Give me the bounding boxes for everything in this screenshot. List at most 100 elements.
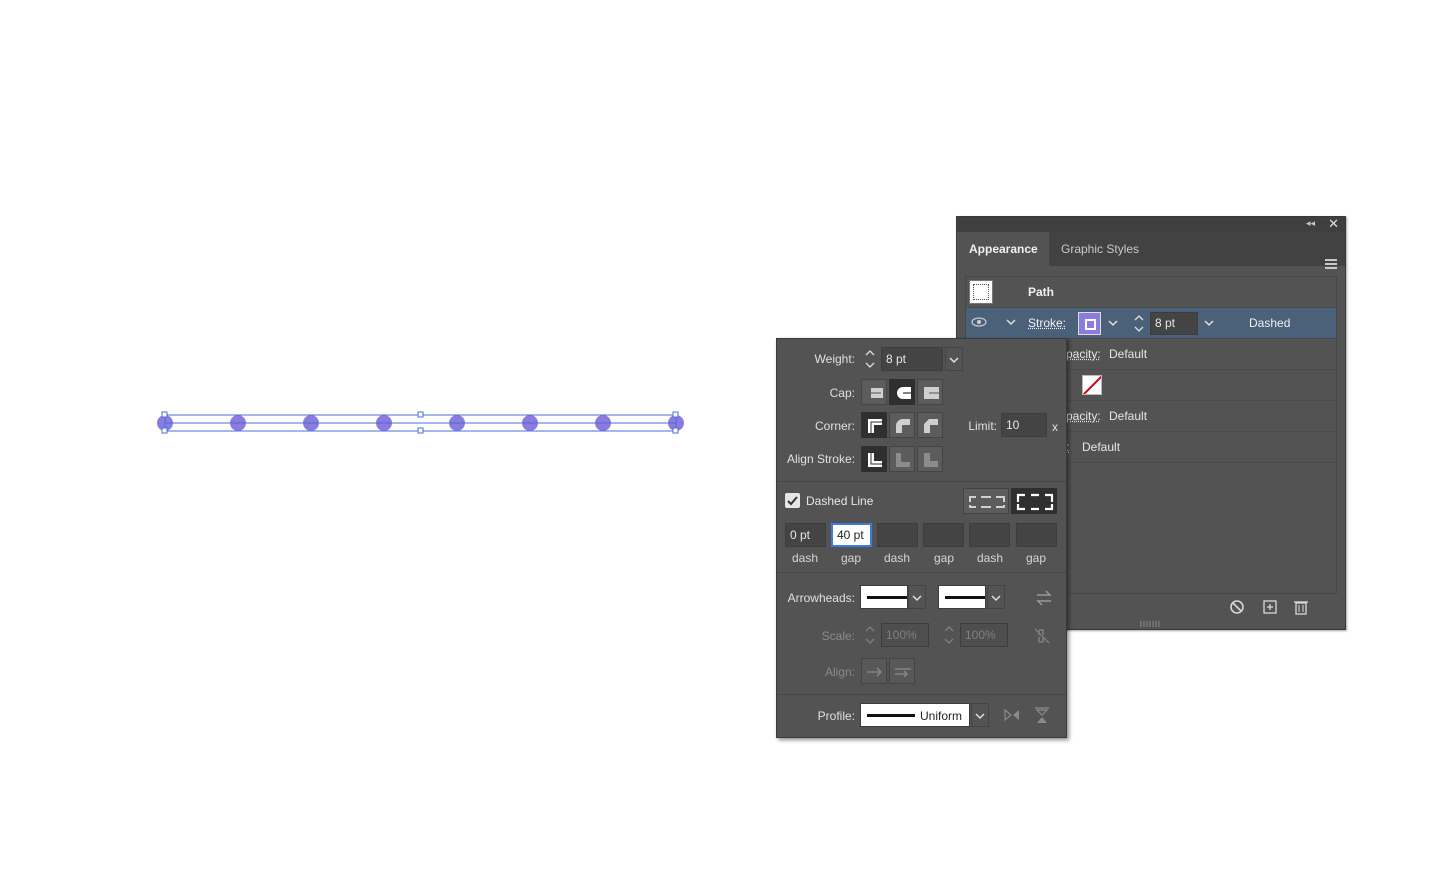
chevron-down-icon xyxy=(991,595,1001,602)
chevron-down-icon[interactable] xyxy=(1204,318,1214,328)
link-scale-icon xyxy=(1034,628,1050,644)
checkmark-icon xyxy=(787,496,798,506)
duplicate-item-icon[interactable] xyxy=(1262,599,1278,615)
limit-unit: x xyxy=(1052,420,1058,434)
weight-stepper-icon[interactable] xyxy=(1132,312,1146,335)
gap-3-field[interactable] xyxy=(1016,523,1057,547)
end-arrowhead-dropdown[interactable] xyxy=(938,585,986,609)
start-arrowhead-chevron[interactable] xyxy=(908,585,926,609)
panel-titlebar[interactable]: ◂◂ ✕ xyxy=(957,216,1345,232)
divider xyxy=(777,481,1066,482)
chevron-down-icon[interactable] xyxy=(1108,318,1118,328)
gap-2-label: gap xyxy=(933,551,955,565)
scale-label: Scale: xyxy=(821,629,855,643)
divider xyxy=(777,572,1066,573)
chevron-down-icon xyxy=(975,713,985,720)
dash-2-label: dash xyxy=(883,551,911,565)
dash-1-field[interactable]: 0 pt xyxy=(785,523,826,547)
align-outside-icon xyxy=(924,453,938,467)
profile-dropdown[interactable]: Uniform xyxy=(860,703,970,727)
stroke-panel: Weight: 8 pt Cap: Corner: Limit: 10 x Al… xyxy=(776,338,1067,738)
align-dash-corners-icon xyxy=(1016,493,1054,511)
gap-1-label: gap xyxy=(840,551,862,565)
end-arrowhead-chevron[interactable] xyxy=(987,585,1005,609)
opacity-value: Default xyxy=(1109,409,1148,423)
stroke-weight-field[interactable]: 8 pt xyxy=(1150,312,1198,335)
arrow-tip-place-button xyxy=(889,658,915,684)
weight-field[interactable]: 8 pt xyxy=(881,347,943,371)
scale-end-field: 100% xyxy=(960,623,1008,647)
stroke-link[interactable]: Stroke: xyxy=(1028,316,1066,330)
swap-arrowheads-icon[interactable] xyxy=(1035,590,1053,606)
projecting-cap-button[interactable] xyxy=(917,379,943,405)
handle-bottom-left[interactable] xyxy=(161,427,168,434)
dash-2-field[interactable] xyxy=(877,523,918,547)
fill-none-swatch[interactable] xyxy=(1082,375,1102,395)
opacity-value: Default xyxy=(1082,440,1121,454)
tab-appearance[interactable]: Appearance xyxy=(957,232,1049,266)
stroke-style-label: Dashed xyxy=(1249,316,1291,330)
miter-join-icon xyxy=(868,419,882,433)
handle-top-left[interactable] xyxy=(161,411,168,418)
chevron-down-icon xyxy=(949,357,959,364)
panel-menu-icon[interactable] xyxy=(1325,259,1337,269)
handle-bottom-right[interactable] xyxy=(672,427,679,434)
stroke-color-swatch[interactable] xyxy=(1078,312,1101,335)
limit-field[interactable]: 10 xyxy=(1001,413,1047,437)
scale-start-field: 100% xyxy=(881,623,929,647)
profile-value: Uniform xyxy=(920,709,963,723)
dashed-line-label[interactable]: Dashed Line xyxy=(806,494,873,508)
preserve-dash-icon xyxy=(969,496,1005,508)
align-outside-button[interactable] xyxy=(917,446,943,472)
round-join-button[interactable] xyxy=(889,412,915,438)
align-inside-button[interactable] xyxy=(889,446,915,472)
round-cap-button[interactable] xyxy=(889,379,915,405)
miter-join-button[interactable] xyxy=(861,412,887,438)
tab-graphic-styles[interactable]: Graphic Styles xyxy=(1049,232,1151,266)
resize-grip-icon[interactable] xyxy=(1137,621,1165,627)
opacity-link[interactable]: pacity: xyxy=(1066,409,1101,423)
butt-cap-button[interactable] xyxy=(861,379,887,405)
panel-footer xyxy=(1229,599,1339,615)
eye-icon[interactable] xyxy=(971,317,987,327)
divider xyxy=(777,694,1066,695)
round-join-icon xyxy=(896,419,910,433)
align-inside-icon xyxy=(896,453,910,467)
chevron-down-icon xyxy=(912,595,922,602)
weight-dropdown-button[interactable] xyxy=(945,347,963,371)
flip-along-icon[interactable] xyxy=(1003,707,1021,723)
butt-cap-icon xyxy=(871,388,883,398)
start-arrowhead-dropdown[interactable] xyxy=(860,585,908,609)
handle-bottom-center[interactable] xyxy=(417,427,424,434)
clear-appearance-icon[interactable] xyxy=(1229,599,1245,615)
dash-1-label: dash xyxy=(791,551,819,565)
align-stroke-label: Align Stroke: xyxy=(786,452,855,466)
handle-top-right[interactable] xyxy=(672,411,679,418)
opacity-link[interactable]: pacity: xyxy=(1066,347,1101,361)
path-row[interactable]: Path xyxy=(966,277,1336,308)
trash-icon[interactable] xyxy=(1293,599,1309,615)
align-dash-corners-button[interactable] xyxy=(1011,488,1057,514)
align-arrow-label: Align: xyxy=(824,665,855,679)
dashed-line-checkbox[interactable] xyxy=(785,493,800,508)
preserve-dash-button[interactable] xyxy=(963,488,1009,514)
profile-chevron[interactable] xyxy=(971,703,989,727)
close-icon[interactable]: ✕ xyxy=(1328,216,1339,232)
dash-3-field[interactable] xyxy=(969,523,1010,547)
gap-1-field[interactable]: 40 pt xyxy=(831,523,872,547)
object-type-label: Path xyxy=(1028,285,1055,299)
weight-stepper-icon[interactable] xyxy=(863,347,877,371)
align-center-icon xyxy=(868,453,882,467)
gap-2-field[interactable] xyxy=(923,523,964,547)
arrowheads-label: Arrowheads: xyxy=(787,591,855,605)
stroke-row[interactable]: Stroke: 8 pt Dashed xyxy=(966,308,1336,339)
handle-top-center[interactable] xyxy=(417,411,424,418)
align-center-button[interactable] xyxy=(861,446,887,472)
flip-across-icon[interactable] xyxy=(1034,707,1050,725)
opacity-value: Default xyxy=(1109,347,1148,361)
chevron-down-icon[interactable] xyxy=(1006,317,1016,327)
arrow-tip-place-icon xyxy=(895,668,911,678)
scale-end-stepper-icon xyxy=(944,626,954,644)
collapse-panel-icon[interactable]: ◂◂ xyxy=(1306,218,1315,229)
dash-3-label: dash xyxy=(976,551,1004,565)
